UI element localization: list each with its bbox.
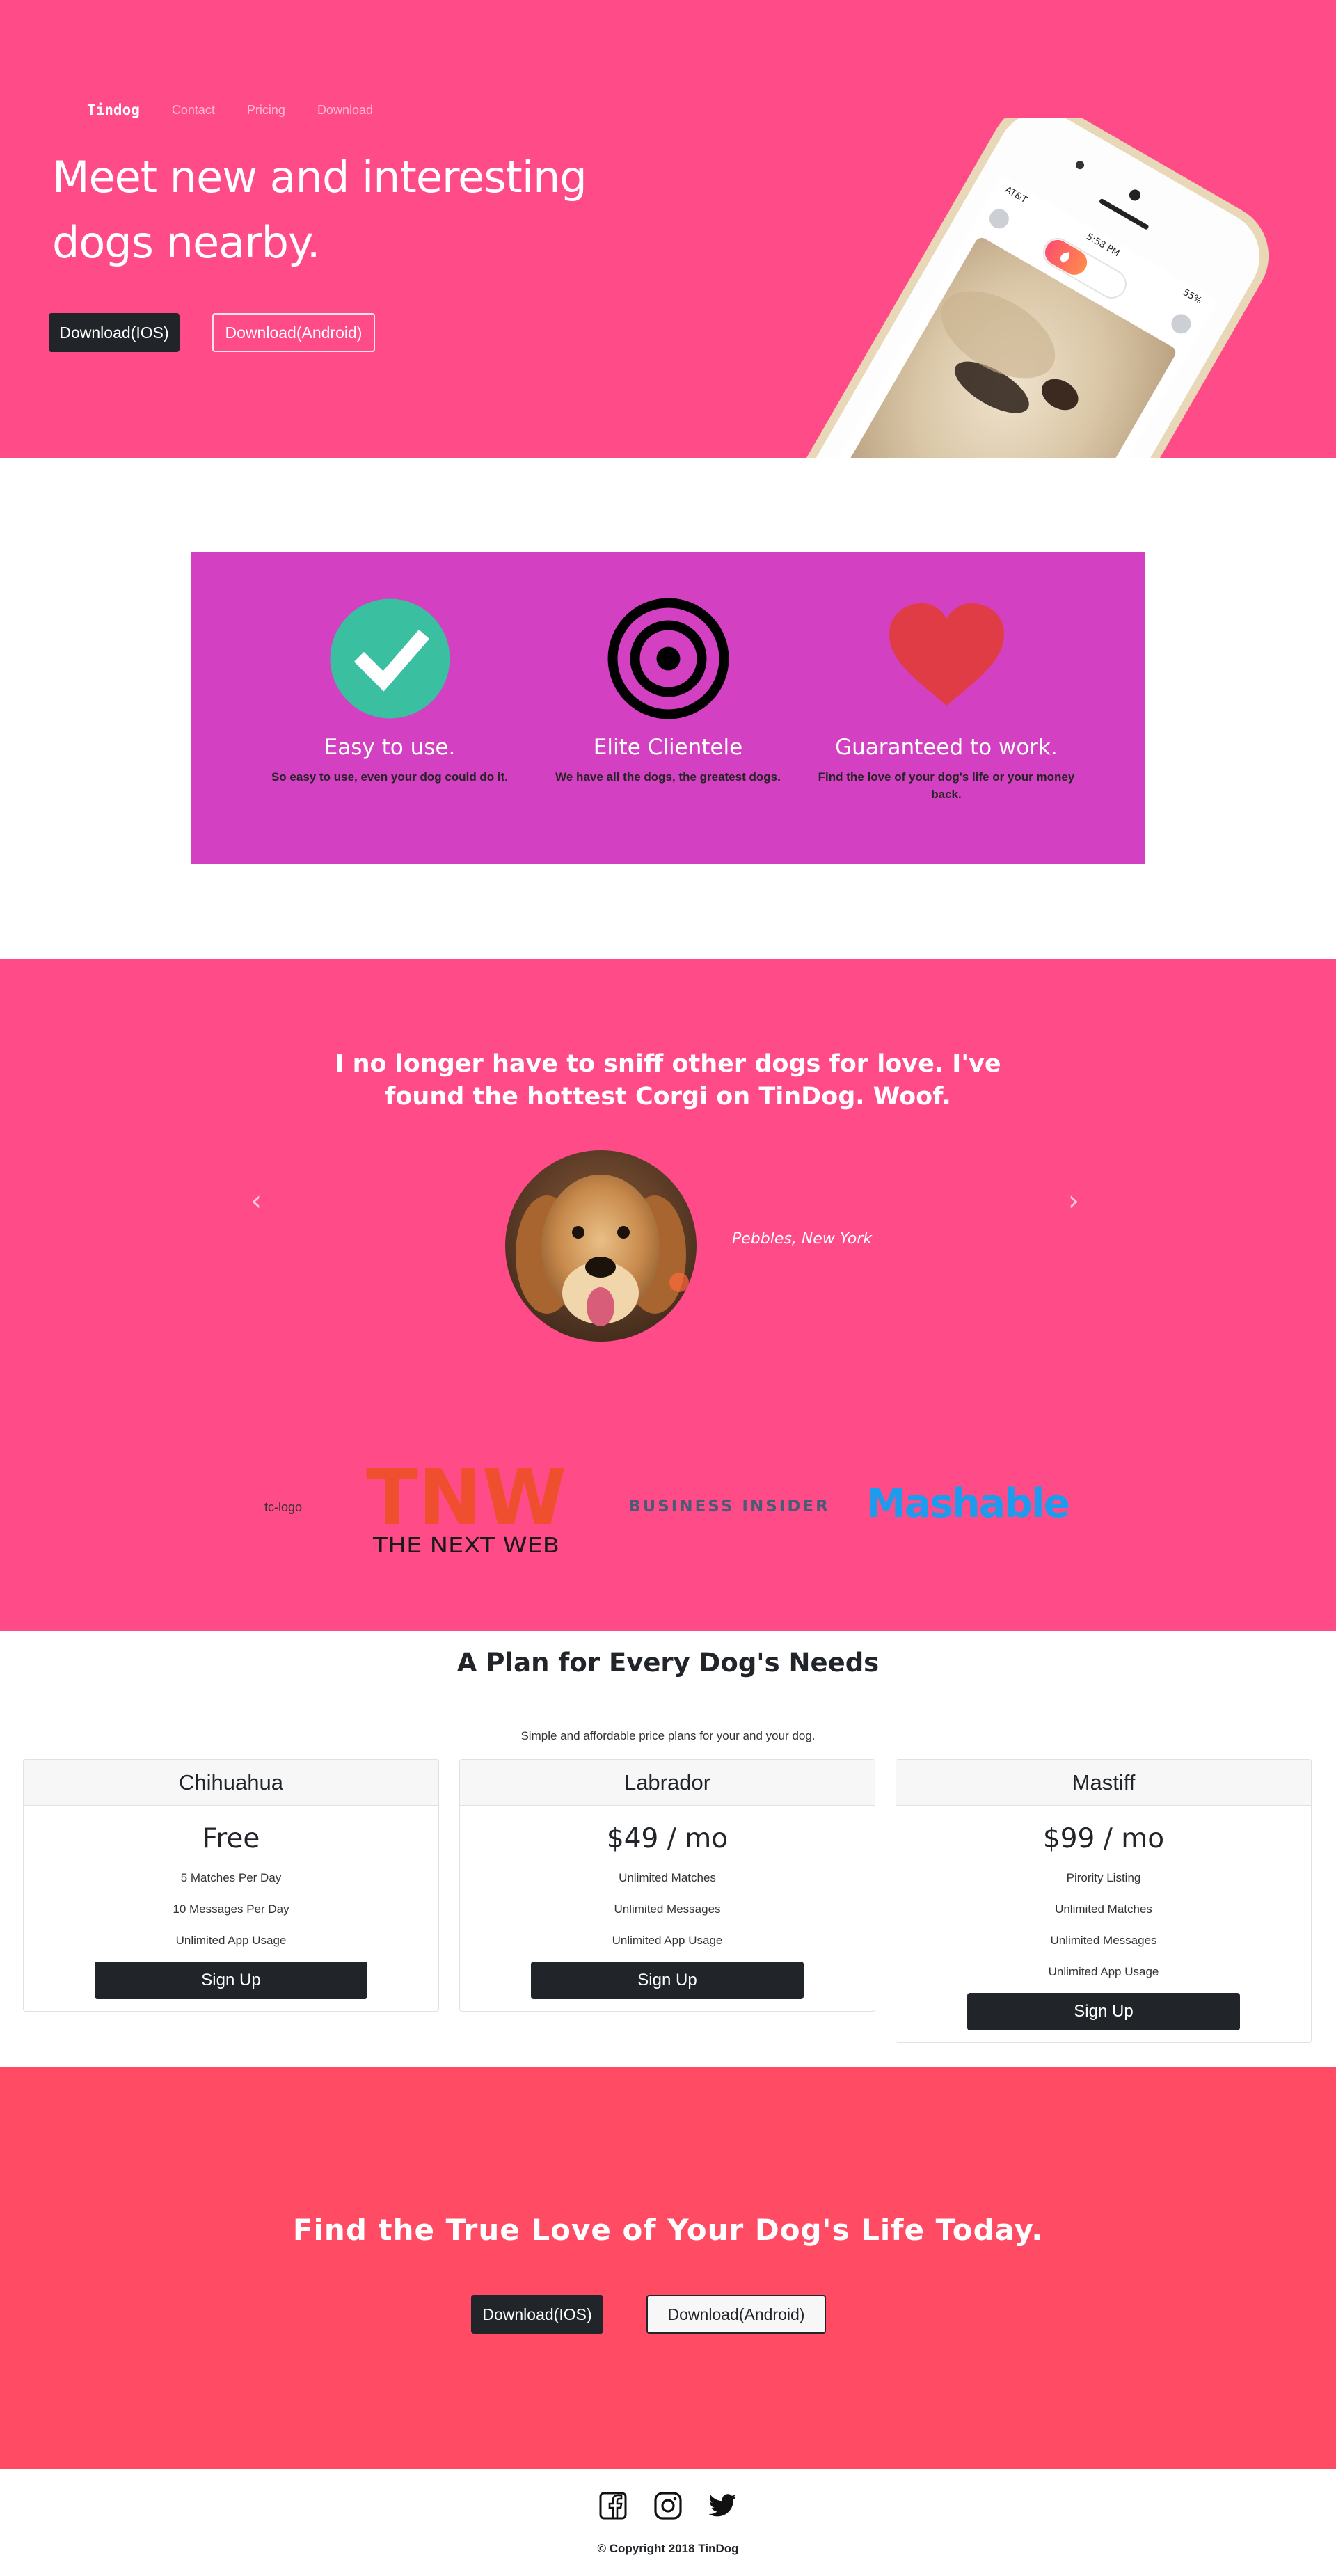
nav-link-contact[interactable]: Contact xyxy=(172,103,215,118)
cta-download-android-button[interactable]: Download(Android) xyxy=(646,2295,826,2334)
dog-profile-image xyxy=(505,1150,697,1342)
carousel-prev-arrow-icon[interactable]: ‹ xyxy=(250,1185,262,1217)
techcrunch-logo: tc-logo xyxy=(264,1500,303,1514)
download-android-button[interactable]: Download(Android) xyxy=(212,313,375,352)
copyright-text: © Copyright 2018 TinDog xyxy=(597,2542,739,2555)
hero-title: Meet new and interesting dogs nearby. xyxy=(52,152,587,268)
plan-feature: Unlimited App Usage xyxy=(612,1934,723,1947)
mashable-logo: Mashable xyxy=(866,1481,1070,1527)
heart-icon xyxy=(886,598,1008,719)
testimonial-author: Pebbles, New York xyxy=(732,1230,873,1248)
nav-link-pricing[interactable]: Pricing xyxy=(247,103,285,118)
pricing-card-labrador: Labrador $49 / mo Unlimited Matches Unli… xyxy=(459,1759,875,2012)
plan-feature: Unlimited Messages xyxy=(1050,1934,1157,1947)
feature-text: We have all the dogs, the greatest dogs. xyxy=(555,770,781,784)
feature-text: Find the love of your dog's life or your… xyxy=(818,770,1075,801)
plan-name: Mastiff xyxy=(896,1760,1311,1806)
feature-text: So easy to use, even your dog could do i… xyxy=(271,770,509,784)
tnw-logo: TNW THE NEXT WEB xyxy=(366,1453,568,1558)
tnw-mark: TNW xyxy=(366,1460,566,1542)
facebook-icon[interactable] xyxy=(598,2491,628,2520)
navbar: Tindog Contact Pricing Download xyxy=(87,102,373,118)
feature-title: Guaranteed to work. xyxy=(835,735,1058,760)
plan-feature: Unlimited Messages xyxy=(614,1902,721,1916)
plan-feature: Pirority Listing xyxy=(1066,1871,1141,1884)
plan-feature: Unlimited Matches xyxy=(619,1871,716,1884)
plan-name: Chihuahua xyxy=(24,1760,438,1806)
check-circle-icon xyxy=(329,598,451,719)
signup-button[interactable]: Sign Up xyxy=(967,1993,1240,2030)
testimonial-quote: I no longer have to sniff other dogs for… xyxy=(335,1050,1001,1111)
press-logos: tc-logo TNW THE NEXT WEB BUSINESS INSIDE… xyxy=(0,1453,1336,1558)
pricing-card-mastiff: Mastiff $99 / mo Pirority Listing Unlimi… xyxy=(896,1759,1312,2043)
nav-link-download[interactable]: Download xyxy=(317,103,373,118)
carousel-next-arrow-icon[interactable]: › xyxy=(1068,1185,1079,1217)
hero-section: Tindog Contact Pricing Download Meet new… xyxy=(0,0,1336,458)
cta-download-ios-button[interactable]: Download(IOS) xyxy=(471,2295,603,2334)
feature-guaranteed: Guaranteed to work. Find the love of you… xyxy=(793,598,1099,803)
tnw-label: THE NEXT WEB xyxy=(372,1534,559,1557)
plan-feature: 10 Messages Per Day xyxy=(173,1902,289,1916)
feature-title: Elite Clientele xyxy=(593,735,743,760)
pricing-card-chihuahua: Chihuahua Free 5 Matches Per Day 10 Mess… xyxy=(23,1759,439,2012)
feature-easy: Easy to use. So easy to use, even your d… xyxy=(237,598,543,786)
plan-price: $99 / mo xyxy=(1042,1823,1165,1854)
plan-name: Labrador xyxy=(460,1760,875,1806)
plan-price: Free xyxy=(202,1823,260,1854)
pricing-subtitle: Simple and affordable price plans for yo… xyxy=(520,1729,816,1742)
feature-title: Easy to use. xyxy=(324,735,456,760)
plan-price: $49 / mo xyxy=(606,1823,729,1854)
plan-feature: Unlimited Matches xyxy=(1055,1902,1152,1916)
brand-logo[interactable]: Tindog xyxy=(87,102,140,118)
feature-elite: Elite Clientele We have all the dogs, th… xyxy=(515,598,821,786)
signup-button[interactable]: Sign Up xyxy=(95,1962,367,1999)
testimonials-section: I no longer have to sniff other dogs for… xyxy=(0,959,1336,1631)
signup-button[interactable]: Sign Up xyxy=(531,1962,804,1999)
iphone-mockup-image: AT&T 5:58 PM 55% xyxy=(724,102,1280,458)
plan-feature: Unlimited App Usage xyxy=(1048,1965,1159,1978)
cta-section: Find the True Love of Your Dog's Life To… xyxy=(0,2067,1336,2469)
pricing-title: A Plan for Every Dog's Needs xyxy=(456,1648,880,1678)
business-insider-logo: BUSINESS INSIDER xyxy=(628,1497,830,1516)
instagram-icon[interactable] xyxy=(653,2491,683,2520)
plan-feature: Unlimited App Usage xyxy=(175,1934,287,1947)
social-icons xyxy=(0,2491,1336,2520)
cta-title: Find the True Love of Your Dog's Life To… xyxy=(292,2213,1044,2247)
plan-feature: 5 Matches Per Day xyxy=(180,1871,282,1884)
twitter-icon[interactable] xyxy=(708,2491,738,2520)
features-section: Easy to use. So easy to use, even your d… xyxy=(191,552,1145,864)
download-ios-button[interactable]: Download(IOS) xyxy=(49,313,180,352)
bullseye-icon xyxy=(607,598,729,719)
